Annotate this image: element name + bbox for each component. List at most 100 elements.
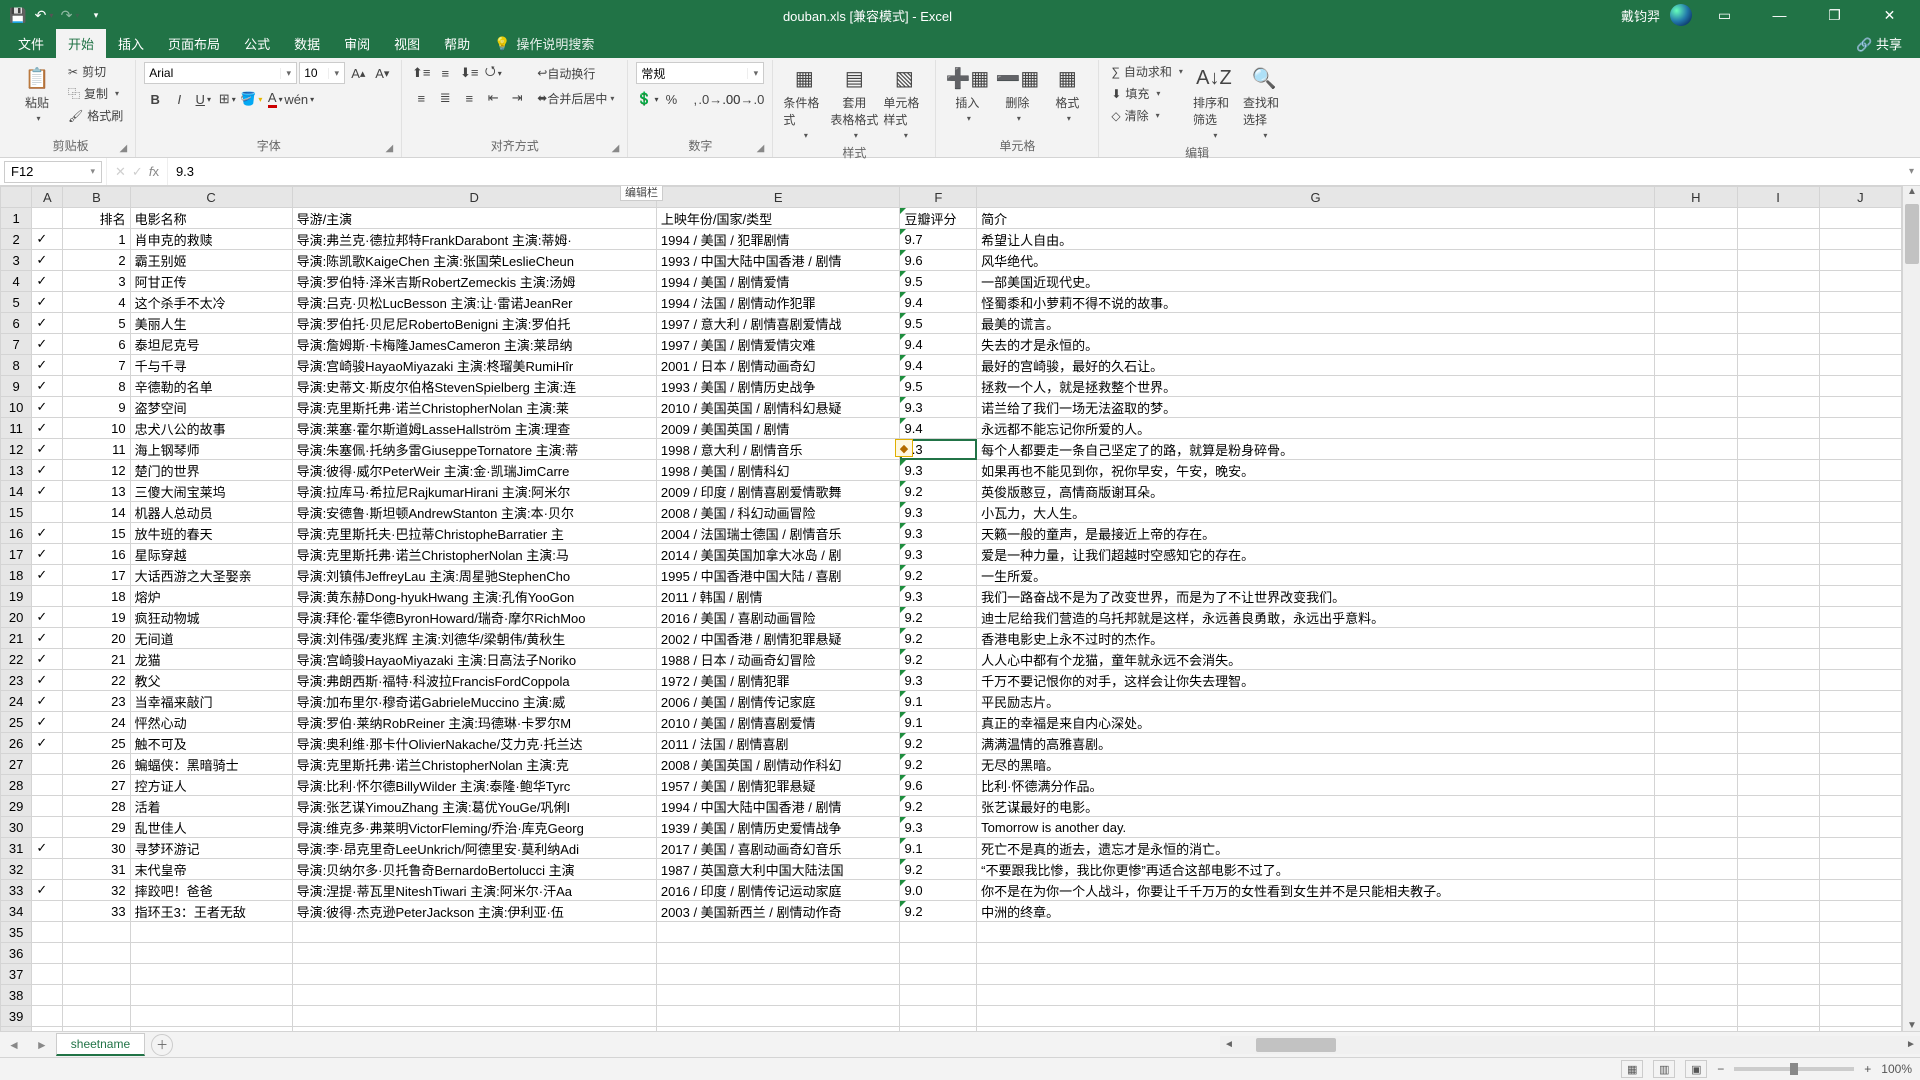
row-header[interactable]: 11 <box>1 418 32 439</box>
column-header[interactable]: C <box>130 187 292 208</box>
format-painter-button[interactable]: 🖌格式刷 <box>64 106 127 125</box>
cell[interactable]: 机器人总动员 <box>130 502 292 523</box>
cell[interactable]: 导演:史蒂文·斯皮尔伯格StevenSpielberg 主演:连 <box>292 376 656 397</box>
accounting-format-icon[interactable]: 💲 <box>636 88 658 110</box>
cell[interactable] <box>900 922 977 943</box>
column-header[interactable]: G <box>977 187 1655 208</box>
cell[interactable]: 9.3 <box>900 817 977 838</box>
cell[interactable] <box>1655 250 1738 271</box>
cell[interactable]: ✓ <box>32 733 63 754</box>
launcher-icon[interactable]: ◢ <box>120 143 128 154</box>
cell[interactable]: 摔跤吧！爸爸 <box>130 880 292 901</box>
cell[interactable] <box>900 943 977 964</box>
cell[interactable]: 满满温情的高雅喜剧。 <box>977 733 1655 754</box>
row-header[interactable]: 28 <box>1 775 32 796</box>
cell[interactable] <box>1655 208 1738 229</box>
row-header[interactable]: 27 <box>1 754 32 775</box>
cell-styles-button[interactable]: ▧单元格样式▾ <box>881 62 927 143</box>
cell[interactable] <box>1655 544 1738 565</box>
cell[interactable]: ✓ <box>32 376 63 397</box>
fx-icon[interactable]: fx <box>149 164 159 179</box>
percent-icon[interactable]: % <box>660 88 682 110</box>
cell[interactable]: 人人心中都有个龙猫，童年就永远不会消失。 <box>977 649 1655 670</box>
share-button[interactable]: 🔗 共享 <box>1844 29 1914 58</box>
cell[interactable]: 导演:张艺谋YimouZhang 主演:葛优YouGe/巩俐I <box>292 796 656 817</box>
cell[interactable] <box>32 943 63 964</box>
cell[interactable]: 导演:加布里尔·穆奇诺GabrieleMuccino 主演:威 <box>292 691 656 712</box>
cell[interactable] <box>1655 670 1738 691</box>
cell[interactable]: 27 <box>63 775 130 796</box>
cell[interactable] <box>32 502 63 523</box>
cell[interactable]: ✓ <box>32 250 63 271</box>
cell[interactable] <box>130 964 292 985</box>
cell[interactable] <box>1737 628 1819 649</box>
cell[interactable] <box>1737 796 1819 817</box>
cell[interactable] <box>1819 418 1901 439</box>
cell[interactable]: 9.3 <box>900 460 977 481</box>
cell[interactable]: 5 <box>63 313 130 334</box>
cell[interactable] <box>1819 943 1901 964</box>
indent-decrease-icon[interactable]: ⇤ <box>482 87 504 109</box>
cell[interactable]: 教父 <box>130 670 292 691</box>
row-header[interactable]: 4 <box>1 271 32 292</box>
cell[interactable]: 熔炉 <box>130 586 292 607</box>
cell[interactable] <box>1737 985 1819 1006</box>
cell[interactable]: 诺兰给了我们一场无法盗取的梦。 <box>977 397 1655 418</box>
cell[interactable]: 1994 / 法国 / 剧情动作犯罪 <box>656 292 900 313</box>
cell[interactable]: 17 <box>63 565 130 586</box>
cell[interactable]: 1957 / 美国 / 剧情犯罪悬疑 <box>656 775 900 796</box>
cell[interactable] <box>1655 859 1738 880</box>
zoom-thumb[interactable] <box>1790 1063 1798 1075</box>
cell[interactable]: 导演:詹姆斯·卡梅隆JamesCameron 主演:莱昂纳 <box>292 334 656 355</box>
view-normal-icon[interactable]: ▦ <box>1621 1060 1643 1078</box>
cell[interactable] <box>1737 544 1819 565</box>
cell[interactable]: 9.4 <box>900 334 977 355</box>
cell[interactable]: ✓ <box>32 439 63 460</box>
cell[interactable] <box>1819 439 1901 460</box>
cell[interactable]: 9.0 <box>900 880 977 901</box>
cell[interactable] <box>1819 964 1901 985</box>
font-name-combo[interactable]: ▾ <box>144 62 297 84</box>
cell[interactable]: 寻梦环游记 <box>130 838 292 859</box>
cell[interactable]: ✓ <box>32 397 63 418</box>
cell[interactable]: 蝙蝠侠：黑暗骑士 <box>130 754 292 775</box>
row-header[interactable]: 38 <box>1 985 32 1006</box>
find-select-button[interactable]: 🔍查找和选择▾ <box>1241 62 1287 143</box>
cell[interactable] <box>1819 670 1901 691</box>
cell[interactable] <box>1737 481 1819 502</box>
cell[interactable]: 导演:黄东赫Dong-hyukHwang 主演:孔侑YooGon <box>292 586 656 607</box>
cell[interactable] <box>1655 964 1738 985</box>
cell[interactable] <box>32 922 63 943</box>
cell[interactable]: 当幸福来敲门 <box>130 691 292 712</box>
cell[interactable] <box>32 817 63 838</box>
horizontal-scrollbar[interactable] <box>1256 1036 1884 1054</box>
scroll-left-icon[interactable]: ◄ <box>1220 1036 1238 1054</box>
cell[interactable] <box>1737 838 1819 859</box>
cell[interactable]: 一部美国近现代史。 <box>977 271 1655 292</box>
cell[interactable] <box>977 964 1655 985</box>
cell[interactable] <box>1737 775 1819 796</box>
cell[interactable]: 无尽的黑暗。 <box>977 754 1655 775</box>
cell[interactable]: 导演:罗伯托·贝尼尼RobertoBenigni 主演:罗伯托 <box>292 313 656 334</box>
cell[interactable]: 9.3 <box>900 397 977 418</box>
align-right-icon[interactable]: ≡ <box>458 87 480 109</box>
cell[interactable]: ✓ <box>32 649 63 670</box>
cell[interactable]: 2 <box>63 250 130 271</box>
cell[interactable] <box>1655 985 1738 1006</box>
align-middle-icon[interactable]: ≡ <box>434 62 456 84</box>
cell[interactable]: 导演:罗伯特·泽米吉斯RobertZemeckis 主演:汤姆 <box>292 271 656 292</box>
cell[interactable]: 9.2 <box>900 733 977 754</box>
cell[interactable]: ✓ <box>32 523 63 544</box>
cell[interactable] <box>1655 733 1738 754</box>
cell[interactable]: 21 <box>63 649 130 670</box>
row-header[interactable]: 32 <box>1 859 32 880</box>
cell[interactable] <box>1819 292 1901 313</box>
row-header[interactable]: 30 <box>1 817 32 838</box>
cell[interactable]: 2016 / 美国 / 喜剧动画冒险 <box>656 607 900 628</box>
tab-formulas[interactable]: 公式 <box>232 29 282 58</box>
ribbon-display-icon[interactable]: ▭ <box>1702 0 1747 30</box>
row-header[interactable]: 3 <box>1 250 32 271</box>
cell[interactable]: 导演:奥利维·那卡什OlivierNakache/艾力克·托兰达 <box>292 733 656 754</box>
cell[interactable]: 美丽人生 <box>130 313 292 334</box>
row-header[interactable]: 10 <box>1 397 32 418</box>
